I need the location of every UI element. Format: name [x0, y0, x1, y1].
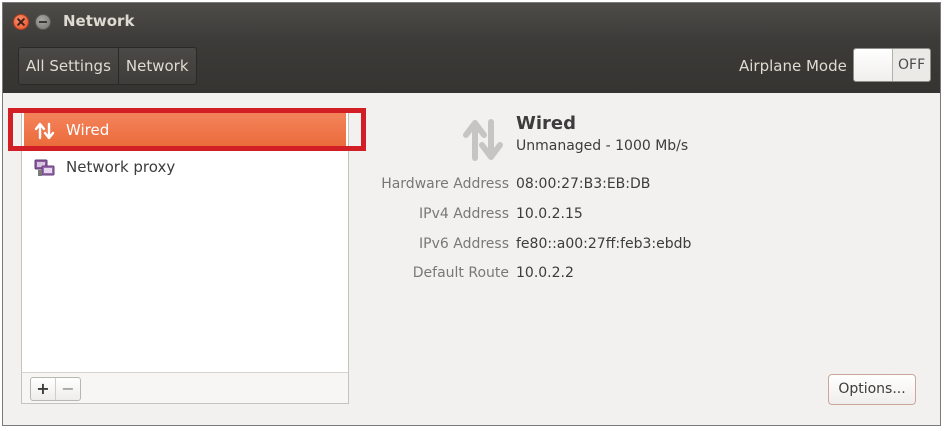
- toggle-knob: [854, 49, 893, 81]
- toolbar: All Settings Network Airplane Mode OFF: [3, 41, 940, 93]
- default-route-value: 10.0.2.2: [516, 265, 574, 281]
- window-title: Network: [63, 12, 135, 30]
- breadcrumb: All Settings Network: [18, 47, 197, 85]
- close-window-icon[interactable]: [13, 14, 29, 30]
- selection-highlight-box: [8, 108, 366, 151]
- airplane-mode-toggle[interactable]: OFF: [853, 48, 931, 82]
- network-proxy-icon: [34, 159, 55, 176]
- default-route-label: Default Route: [412, 265, 509, 281]
- remove-connection-button[interactable]: −: [55, 378, 80, 400]
- hardware-address-value: 08:00:27:B3:EB:DB: [516, 176, 651, 192]
- add-remove-group: + −: [30, 377, 81, 401]
- add-connection-button[interactable]: +: [31, 378, 55, 400]
- minimize-window-icon[interactable]: [35, 14, 51, 30]
- connection-title: Wired: [516, 113, 576, 134]
- sidebar-item-label: Network proxy: [66, 158, 176, 176]
- breadcrumb-network[interactable]: Network: [117, 48, 196, 84]
- ipv6-address-value: fe80::a00:27ff:feb3:ebdb: [516, 236, 692, 252]
- airplane-mode-label: Airplane Mode: [739, 57, 847, 75]
- ipv4-address-value: 10.0.2.15: [516, 206, 583, 222]
- connection-list: Wired Network proxy: [21, 109, 349, 404]
- breadcrumb-all-settings[interactable]: All Settings: [19, 48, 118, 84]
- titlebar: Network: [3, 3, 940, 41]
- ipv6-address-label: IPv6 Address: [419, 236, 509, 252]
- sidebar-item-network-proxy[interactable]: Network proxy: [24, 150, 346, 184]
- ipv4-address-label: IPv4 Address: [419, 206, 509, 222]
- connection-status: Unmanaged - 1000 Mb/s: [516, 138, 689, 154]
- list-toolbar: + −: [21, 372, 349, 404]
- airplane-toggle-state: OFF: [898, 57, 926, 73]
- wired-connection-icon: [463, 119, 503, 161]
- hardware-address-label: Hardware Address: [381, 176, 509, 192]
- options-button[interactable]: Options...: [828, 374, 916, 405]
